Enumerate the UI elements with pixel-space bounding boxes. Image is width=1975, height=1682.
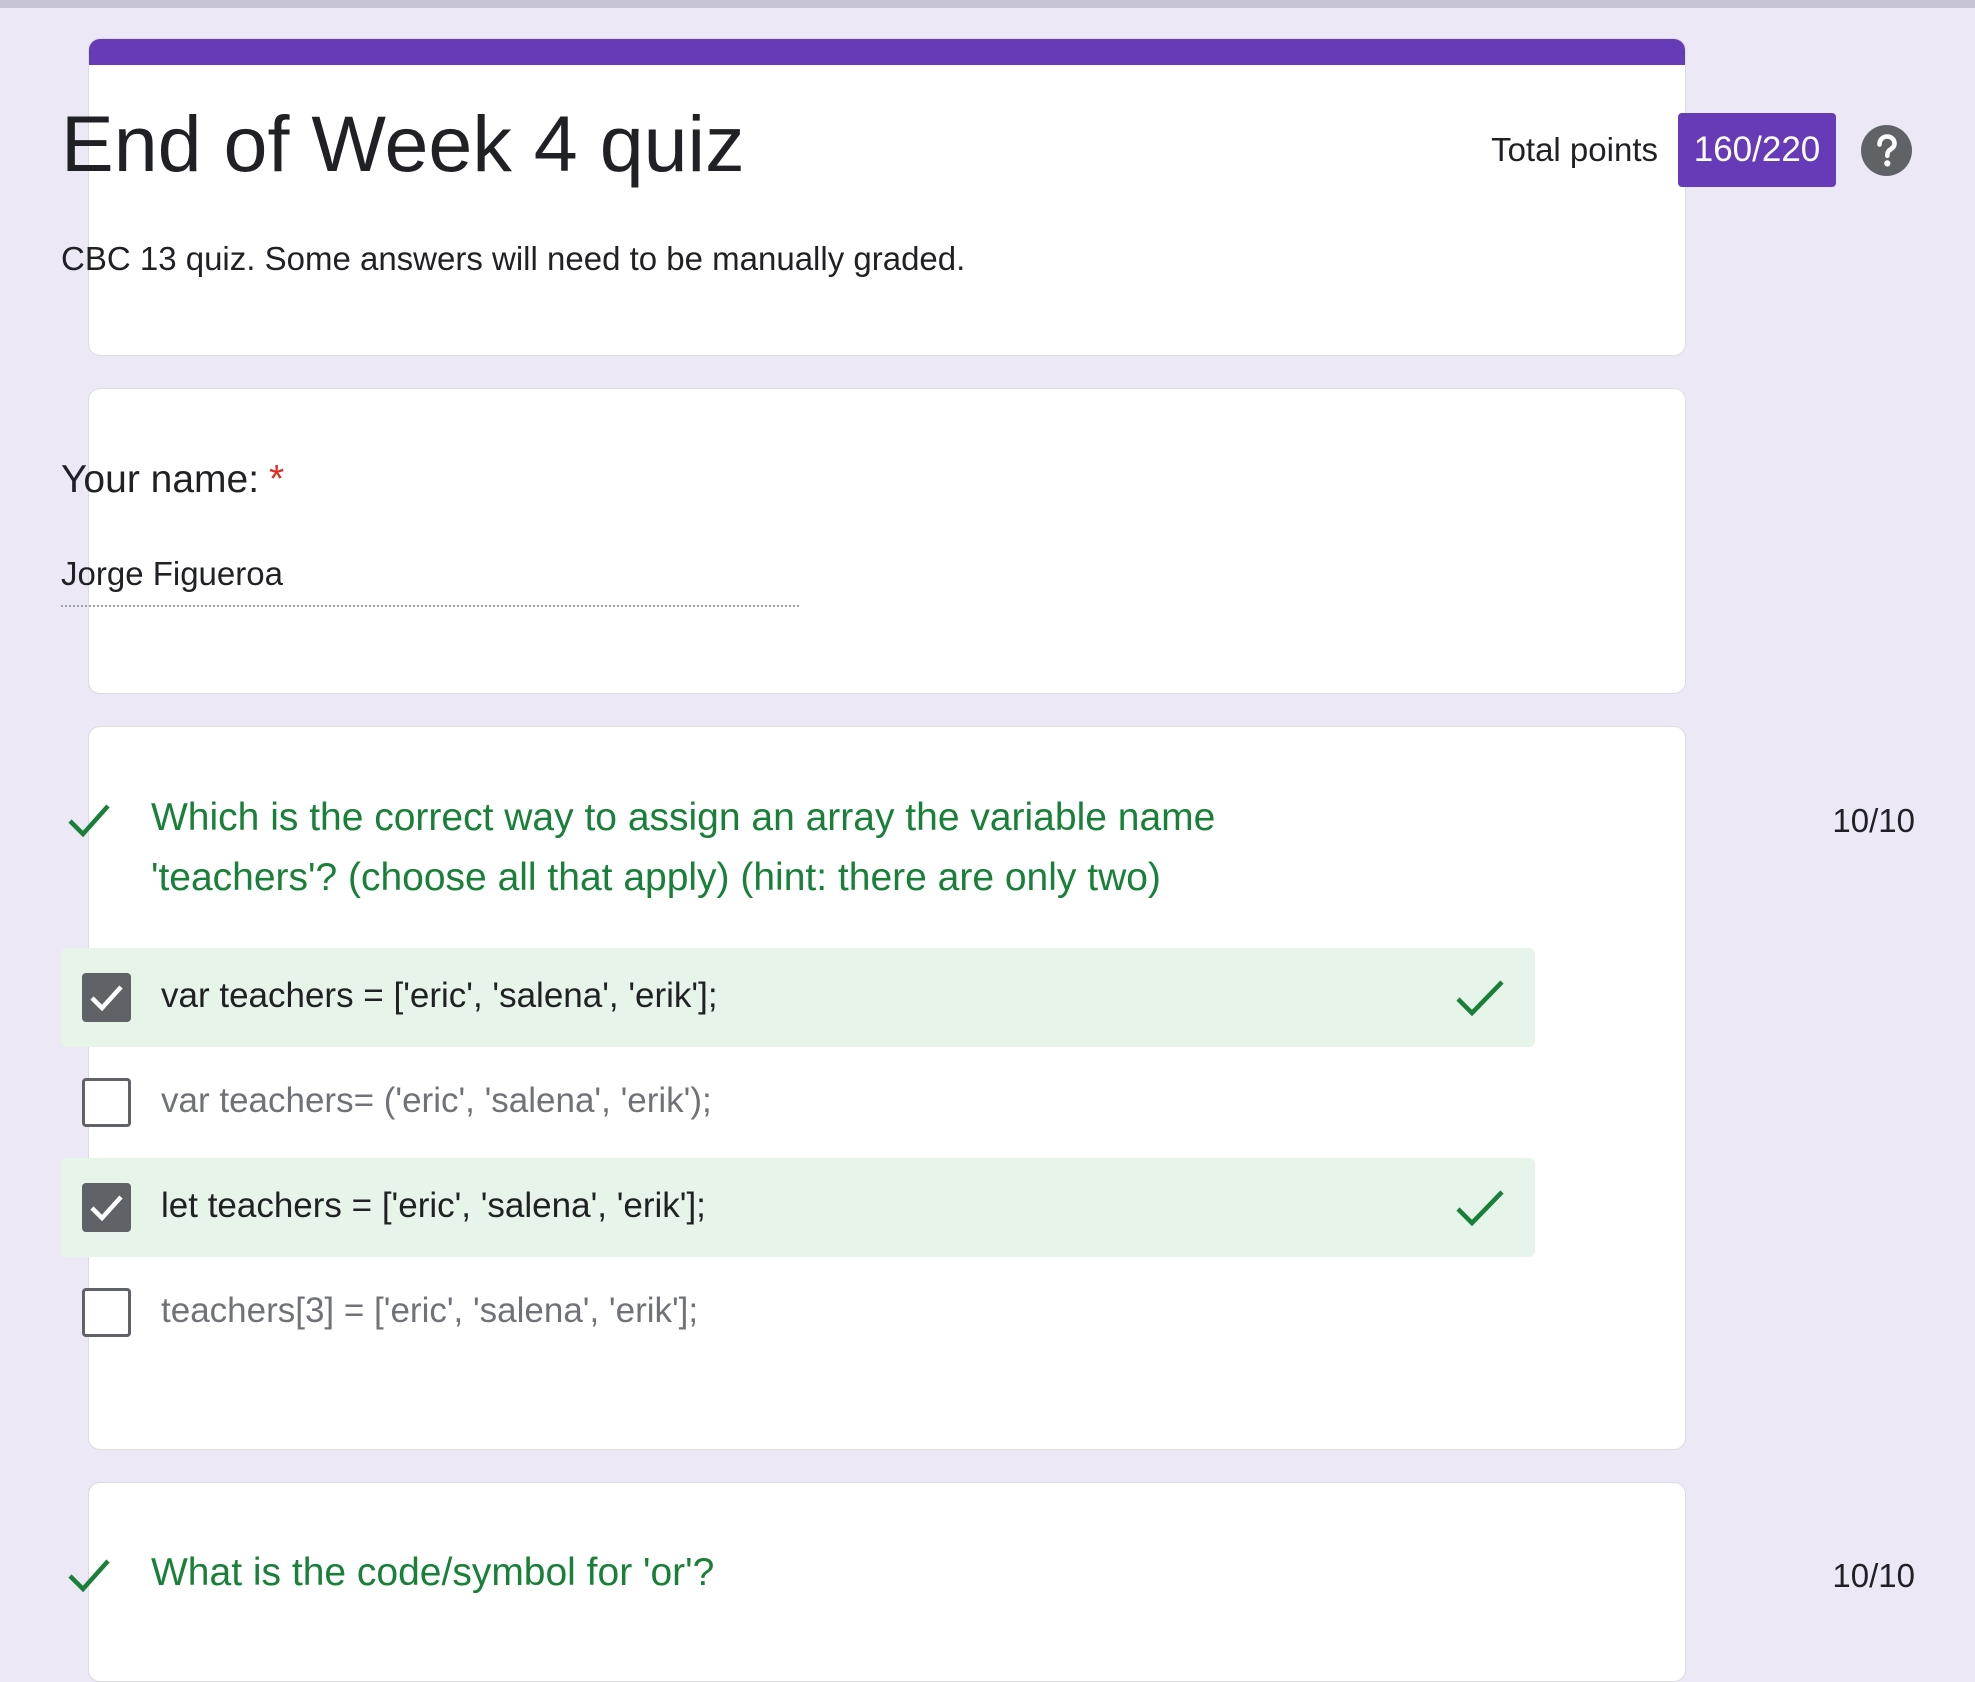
name-question-title: Your name: * [61,458,284,502]
option-row[interactable]: let teachers = ['eric', 'salena', 'erik'… [61,1158,1535,1257]
form-title: End of Week 4 quiz [61,99,745,188]
option-row[interactable]: var teachers= ('eric', 'salena', 'erik')… [61,1053,1535,1152]
correct-answer-check-icon [1456,980,1504,1017]
checkmark-icon [90,985,123,1012]
checkbox-checked[interactable] [82,973,131,1022]
option-row[interactable]: var teachers = ['eric', 'salena', 'erik'… [61,948,1535,1047]
option-label: let teachers = ['eric', 'salena', 'erik'… [161,1186,706,1225]
name-question-card [88,388,1686,694]
option-label: var teachers= ('eric', 'salena', 'erik')… [161,1081,712,1120]
question-score: 10/10 [1832,802,1915,839]
form-accent-bar [89,39,1685,65]
required-asterisk: * [269,458,285,501]
total-points-label: Total points [1491,131,1658,168]
name-answer-field: Jorge Figueroa [61,555,799,607]
total-points: Total points 160/220 [1491,113,1912,187]
option-label: teachers[3] = ['eric', 'salena', 'erik']… [161,1291,699,1330]
checkbox-checked[interactable] [82,1183,131,1232]
question-title: What is the code/symbol for 'or'? [151,1551,715,1594]
form-description: CBC 13 quiz. Some answers will need to b… [61,240,966,277]
checkmark-icon [90,1195,123,1222]
question-mark-circle-icon[interactable] [1861,124,1912,176]
name-question-label: Your name: [61,458,260,501]
question-title: Which is the correct way to assign an ar… [151,796,1216,899]
check-icon [68,1559,110,1593]
check-icon [68,804,110,838]
question-score: 10/10 [1832,1557,1915,1594]
checkbox-unchecked[interactable] [82,1288,131,1337]
option-label: var teachers = ['eric', 'salena', 'erik'… [161,976,718,1015]
option-row[interactable]: teachers[3] = ['eric', 'salena', 'erik']… [61,1263,1535,1362]
checkbox-unchecked[interactable] [82,1078,131,1127]
form-header-card [88,38,1686,356]
top-divider [0,0,1975,8]
correct-answer-check-icon [1456,1190,1504,1227]
total-points-badge: 160/220 [1678,113,1836,187]
